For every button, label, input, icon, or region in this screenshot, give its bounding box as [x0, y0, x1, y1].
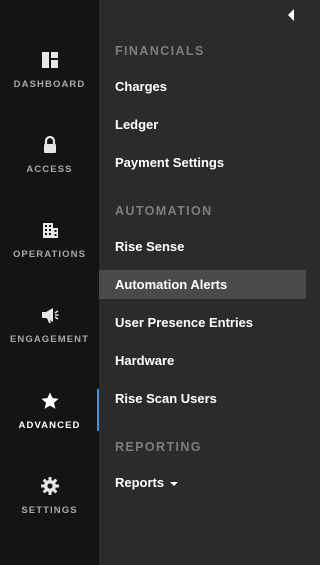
rail-item-label: DASHBOARD [13, 79, 86, 90]
megaphone-icon [40, 305, 60, 325]
rail-item-advanced[interactable]: ADVANCED [0, 389, 99, 461]
menu-item-charges[interactable]: Charges [99, 72, 306, 101]
menu-item-ledger[interactable]: Ledger [99, 110, 306, 139]
section-title-reporting: REPORTING [115, 440, 202, 454]
rail-item-access[interactable]: ACCESS [0, 135, 99, 205]
submenu-panel: FINANCIALS Charges Ledger Payment Settin… [99, 0, 306, 565]
menu-item-rise-scan-users[interactable]: Rise Scan Users [99, 384, 306, 413]
section-title-financials: FINANCIALS [115, 44, 205, 58]
rail-item-label: SETTINGS [21, 505, 78, 516]
rail-item-engagement[interactable]: ENGAGEMENT [0, 305, 99, 375]
dashboard-icon [40, 50, 60, 70]
rail-item-dashboard[interactable]: DASHBOARD [0, 50, 99, 120]
gear-icon [40, 476, 60, 496]
menu-item-user-presence-entries[interactable]: User Presence Entries [99, 308, 306, 337]
menu-item-hardware[interactable]: Hardware [99, 346, 306, 375]
menu-item-payment-settings[interactable]: Payment Settings [99, 148, 306, 177]
menu-item-automation-alerts[interactable]: Automation Alerts [99, 270, 306, 299]
caret-left-icon [288, 9, 294, 21]
collapse-panel-button[interactable] [286, 8, 296, 22]
rail-item-label: ACCESS [26, 164, 73, 175]
menu-item-reports-label: Reports [115, 475, 165, 490]
rail-item-label: OPERATIONS [12, 249, 87, 260]
section-title-automation: AUTOMATION [115, 204, 213, 218]
building-icon [40, 220, 60, 240]
menu-item-rise-sense[interactable]: Rise Sense [99, 232, 306, 261]
primary-nav-rail: DASHBOARD ACCESS OPERATIONS ENGAGEMENT A… [0, 0, 99, 565]
app-shell: DASHBOARD ACCESS OPERATIONS ENGAGEMENT A… [0, 0, 306, 565]
star-icon [40, 391, 60, 411]
chevron-down-icon [170, 481, 179, 486]
rail-item-operations[interactable]: OPERATIONS [0, 220, 99, 290]
rail-item-settings[interactable]: SETTINGS [0, 476, 99, 546]
rail-item-label: ENGAGEMENT [9, 334, 90, 345]
rail-item-label: ADVANCED [18, 420, 81, 431]
lock-icon [40, 135, 60, 155]
menu-item-reports[interactable]: Reports [99, 468, 306, 497]
